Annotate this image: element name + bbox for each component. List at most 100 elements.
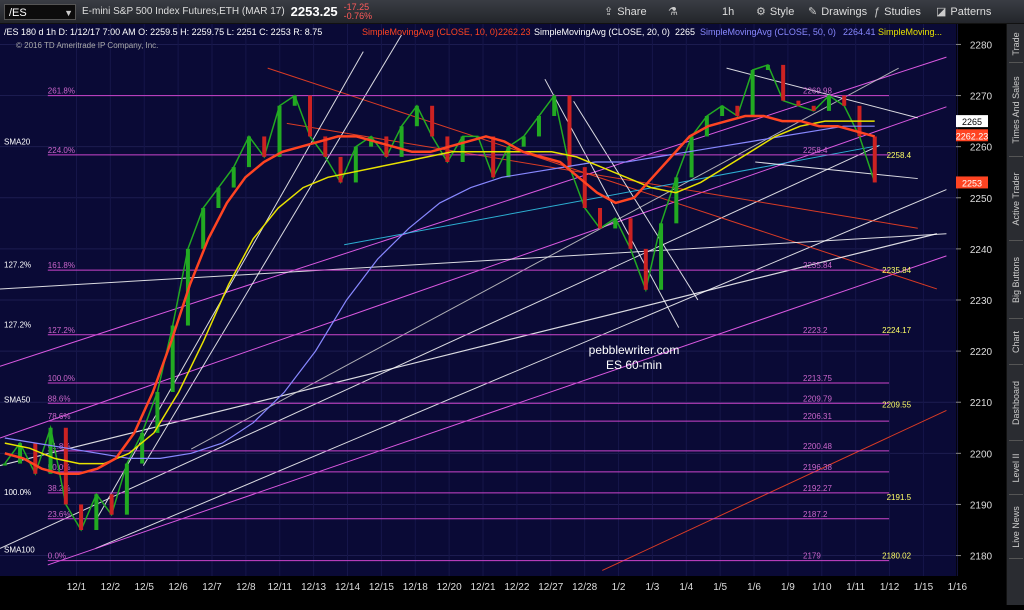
price-candle xyxy=(277,105,282,157)
price-flag-label: 2253 xyxy=(962,178,982,188)
price-chart[interactable]: 261.8% 2269.98 224.0% 2258.4 161.8% 2235.84 12… xyxy=(0,24,1006,605)
x-tick-label: 12/21 xyxy=(470,582,495,593)
percent-change: -0.76% xyxy=(343,10,373,21)
price-candle xyxy=(33,443,38,474)
sidebar-separator xyxy=(1009,240,1023,241)
sidebar-tab-label: Chart xyxy=(1011,330,1021,354)
x-tick-label: 12/20 xyxy=(437,582,462,593)
sidebar-tab-trade[interactable]: Trade xyxy=(1007,28,1024,60)
x-tick-label: 12/1 xyxy=(67,582,87,593)
y-tick-label: 2220 xyxy=(970,347,993,358)
fib-value-label: 2187.2 xyxy=(803,510,828,519)
price-candle xyxy=(536,116,541,137)
fib-pct-label: 23.6% xyxy=(48,510,71,519)
price-candle xyxy=(796,100,801,106)
price-change: -17.25 -0.76% xyxy=(343,2,373,21)
x-tick-label: 12/2 xyxy=(101,582,121,593)
y-tick-label: 2250 xyxy=(970,194,993,205)
fib-value-label: 2213.75 xyxy=(803,374,832,383)
sidebar-tab-label: Live News xyxy=(1011,506,1021,548)
x-tick-label: 1/12 xyxy=(880,582,900,593)
price-candle xyxy=(2,463,7,466)
price-candle xyxy=(750,70,755,116)
price-candle xyxy=(109,494,114,515)
x-tick-label: 12/11 xyxy=(268,582,293,593)
sidebar-tab-big-buttons[interactable]: Big Buttons xyxy=(1007,244,1024,316)
interval-button[interactable]: 1h xyxy=(722,0,734,24)
sidebar-tab-chart[interactable]: Chart xyxy=(1007,322,1024,362)
left-level-label: 100.0% xyxy=(4,488,31,497)
fib-value-label: 2209.79 xyxy=(803,394,832,403)
sidebar-tab-label: Times And Sales xyxy=(1011,76,1021,144)
price-candle xyxy=(842,95,847,106)
x-tick-label: 12/27 xyxy=(538,582,563,593)
x-tick-label: 1/4 xyxy=(679,582,693,593)
x-tick-label: 1/5 xyxy=(713,582,727,593)
price-candle xyxy=(582,167,587,208)
sma10-legend-value: 2262.23 xyxy=(498,27,531,37)
price-candle xyxy=(308,95,313,137)
sidebar-separator xyxy=(1009,494,1023,495)
price-candle xyxy=(124,463,129,515)
chart-header-info: /ES 180 d 1h D: 1/12/17 7:00 AM O: 2259.… xyxy=(4,27,322,37)
chart-area[interactable]: 261.8% 2269.98 224.0% 2258.4 161.8% 2235.84 12… xyxy=(0,24,1006,605)
left-level-label: SMA50 xyxy=(4,395,31,404)
patterns-button[interactable]: ◪ Patterns xyxy=(936,0,991,24)
price-candle xyxy=(94,494,99,530)
drawings-button[interactable]: ✎ Drawings xyxy=(808,0,867,24)
share-icon: ⇪ xyxy=(604,6,614,18)
patterns-icon: ◪ xyxy=(936,6,947,18)
symbol-description: E-mini S&P 500 Index Futures,ETH (MAR 17… xyxy=(82,6,285,17)
symbol-text: /ES xyxy=(9,6,27,19)
x-tick-label: 1/9 xyxy=(781,582,795,593)
price-candle xyxy=(552,95,557,116)
chevron-down-icon: ▼ xyxy=(64,7,73,18)
share-button[interactable]: ⇪ Share xyxy=(604,0,647,24)
fib-value-label: 2206.31 xyxy=(803,412,832,421)
right-level-label: 2224.17 xyxy=(882,326,911,335)
style-button[interactable]: ⚙ Style xyxy=(756,0,794,24)
sidebar-tab-label: Trade xyxy=(1011,32,1021,56)
fib-pct-label: 224.0% xyxy=(48,146,75,155)
x-tick-label: 12/5 xyxy=(135,582,155,593)
sidebar-separator xyxy=(1009,318,1023,319)
fib-pct-label: 127.2% xyxy=(48,326,75,335)
sidebar-tab-active-trader[interactable]: Active Trader xyxy=(1007,160,1024,238)
flask-button[interactable]: ⚗ xyxy=(668,0,682,24)
sidebar-tab-label: Level II xyxy=(1011,453,1021,483)
studies-button[interactable]: ƒ Studies xyxy=(874,0,921,24)
watermark-line1: pebblewriter.com xyxy=(589,343,680,357)
x-tick-label: 12/15 xyxy=(369,582,394,593)
studies-label: Studies xyxy=(884,6,921,18)
sma20-legend: SimpleMovingAvg (CLOSE, 20, 0) xyxy=(534,27,670,37)
flask-icon: ⚗ xyxy=(668,6,678,18)
fib-value-label: 2200.48 xyxy=(803,442,832,451)
last-price: 2253.25 xyxy=(290,4,338,19)
price-candle xyxy=(338,156,343,183)
right-level-label: 2191.5 xyxy=(887,493,912,502)
symbol-selector[interactable]: /ES ▼ xyxy=(4,3,76,20)
price-candle xyxy=(826,95,831,111)
left-level-label: 127.2% xyxy=(4,321,31,330)
x-tick-label: 12/18 xyxy=(403,582,428,593)
sidebar-tab-live-news[interactable]: Live News xyxy=(1007,498,1024,556)
price-candle xyxy=(246,136,251,168)
fib-value-label: 2179 xyxy=(803,552,821,561)
sma50-legend-value: 2264.41 xyxy=(843,27,876,37)
sidebar-tab-level-ii[interactable]: Level II xyxy=(1007,444,1024,492)
drawings-label: Drawings xyxy=(821,6,868,18)
price-candle xyxy=(689,136,694,178)
price-candle xyxy=(262,136,267,157)
price-candle xyxy=(79,504,84,530)
price-candle xyxy=(598,208,603,229)
price-candle xyxy=(48,427,53,474)
sidebar-tab-label: Big Buttons xyxy=(1011,256,1021,304)
sidebar-separator xyxy=(1009,62,1023,63)
sma-extra-legend: SimpleMoving... xyxy=(878,27,942,37)
fib-pct-label: 78.6% xyxy=(48,412,71,421)
sidebar-tab-dashboard[interactable]: Dashboard xyxy=(1007,368,1024,438)
y-tick-label: 2190 xyxy=(970,500,993,511)
price-candle xyxy=(63,427,68,505)
sidebar-tab-times-and-sales[interactable]: Times And Sales xyxy=(1007,66,1024,154)
price-candle xyxy=(720,105,725,116)
